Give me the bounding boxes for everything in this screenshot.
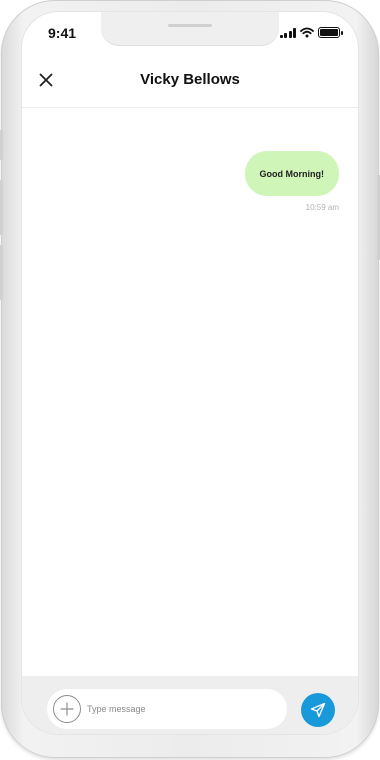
mute-switch — [0, 130, 3, 160]
status-time: 9:41 — [48, 25, 77, 41]
status-icons — [279, 27, 343, 38]
message-input[interactable] — [87, 704, 267, 714]
wifi-icon — [300, 27, 314, 38]
add-attachment-button[interactable] — [53, 695, 81, 723]
speaker-grille — [168, 24, 212, 27]
volume-down-button — [0, 245, 3, 300]
phone-screen: 9:41 Vicky Bellows Good Morning! 10:59 a… — [22, 12, 358, 734]
send-button[interactable] — [301, 693, 335, 727]
cellular-signal-icon — [279, 27, 296, 38]
message-bubble[interactable]: Good Morning! — [244, 151, 339, 196]
close-icon — [39, 73, 53, 87]
send-icon — [310, 702, 326, 718]
battery-icon — [318, 27, 343, 38]
message-timestamp: 10:59 am — [305, 203, 339, 212]
status-bar: 9:41 — [22, 12, 358, 52]
plus-circle-icon — [60, 702, 74, 716]
phone-frame: 9:41 Vicky Bellows Good Morning! 10:59 a… — [0, 0, 380, 758]
volume-up-button — [0, 180, 3, 235]
notch — [101, 12, 279, 46]
message-list[interactable]: Good Morning! 10:59 am — [22, 109, 358, 677]
close-button[interactable] — [32, 66, 60, 94]
composer-bar — [22, 676, 358, 734]
message-input-container — [47, 689, 287, 729]
chat-header: Vicky Bellows — [22, 52, 358, 108]
message-outgoing: Good Morning! 10:59 am — [244, 151, 339, 212]
contact-name: Vicky Bellows — [140, 71, 240, 88]
